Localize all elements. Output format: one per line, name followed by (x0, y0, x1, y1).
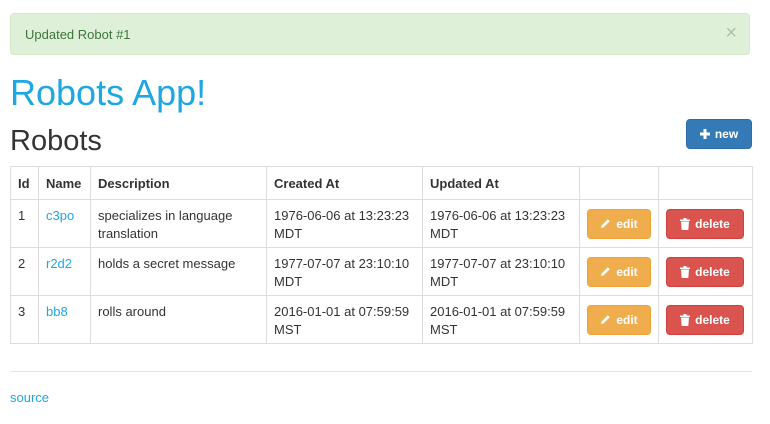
cell-edit: edit (579, 199, 659, 248)
table-row: 1 c3po specializes in language translati… (10, 199, 753, 248)
edit-label: edit (616, 312, 638, 327)
pencil-icon (601, 267, 611, 277)
cell-updated-at: 2016-01-01 at 07:59:59 MST (422, 295, 580, 344)
column-header-edit (579, 166, 659, 200)
robot-name-link[interactable]: c3po (38, 199, 91, 248)
cell-created-at: 1976-06-06 at 13:23:23 MDT (266, 199, 423, 248)
cell-edit: edit (579, 247, 659, 296)
column-header-description: Description (90, 166, 267, 200)
cell-created-at: 2016-01-01 at 07:59:59 MST (266, 295, 423, 344)
delete-button[interactable]: delete (666, 304, 744, 335)
pencil-icon (601, 315, 611, 325)
new-button-label: new (714, 127, 739, 141)
cell-id: 3 (10, 295, 39, 344)
footer-divider (10, 371, 752, 372)
trash-icon (680, 217, 691, 230)
new-robot-button[interactable]: new (686, 119, 752, 149)
edit-button[interactable]: edit (587, 208, 651, 239)
delete-button[interactable]: delete (666, 208, 744, 239)
edit-button[interactable]: edit (587, 256, 651, 287)
cell-id: 1 (10, 199, 39, 248)
edit-label: edit (616, 216, 638, 231)
table-row: 2 r2d2 holds a secret message 1977-07-07… (10, 247, 753, 296)
robot-name-link[interactable]: bb8 (38, 295, 91, 344)
close-icon[interactable]: × (725, 21, 737, 45)
column-header-name: Name (38, 166, 91, 200)
cell-description: holds a secret message (90, 247, 267, 296)
edit-label: edit (616, 264, 638, 279)
cell-created-at: 1977-07-07 at 23:10:10 MDT (266, 247, 423, 296)
cell-updated-at: 1977-07-07 at 23:10:10 MDT (422, 247, 580, 296)
cell-description: rolls around (90, 295, 267, 344)
pencil-icon (601, 219, 611, 229)
column-header-updated-at: Updated At (422, 166, 580, 200)
plus-icon (699, 129, 710, 139)
app-title: Robots App! (10, 72, 207, 113)
page-title: Robots (10, 125, 102, 157)
cell-description: specializes in language translation (90, 199, 267, 248)
cell-id: 2 (10, 247, 39, 296)
source-link[interactable]: source (10, 390, 49, 405)
column-header-created-at: Created At (266, 166, 423, 200)
table-row: 3 bb8 rolls around 2016-01-01 at 07:59:5… (10, 295, 753, 344)
table-header-row: Id Name Description Created At Updated A… (10, 166, 753, 200)
delete-label: delete (695, 216, 730, 231)
edit-button[interactable]: edit (587, 304, 651, 335)
robots-table: Id Name Description Created At Updated A… (10, 166, 753, 344)
column-header-id: Id (10, 166, 39, 200)
delete-label: delete (695, 264, 730, 279)
success-alert: Updated Robot #1 × (10, 13, 750, 55)
cell-delete: delete (658, 295, 753, 344)
cell-delete: delete (658, 247, 753, 296)
delete-label: delete (695, 312, 730, 327)
cell-edit: edit (579, 295, 659, 344)
trash-icon (680, 313, 691, 326)
delete-button[interactable]: delete (666, 256, 744, 287)
cell-updated-at: 1976-06-06 at 13:23:23 MDT (422, 199, 580, 248)
cell-delete: delete (658, 199, 753, 248)
trash-icon (680, 265, 691, 278)
alert-message: Updated Robot #1 (25, 27, 131, 42)
robot-name-link[interactable]: r2d2 (38, 247, 91, 296)
column-header-delete (658, 166, 753, 200)
